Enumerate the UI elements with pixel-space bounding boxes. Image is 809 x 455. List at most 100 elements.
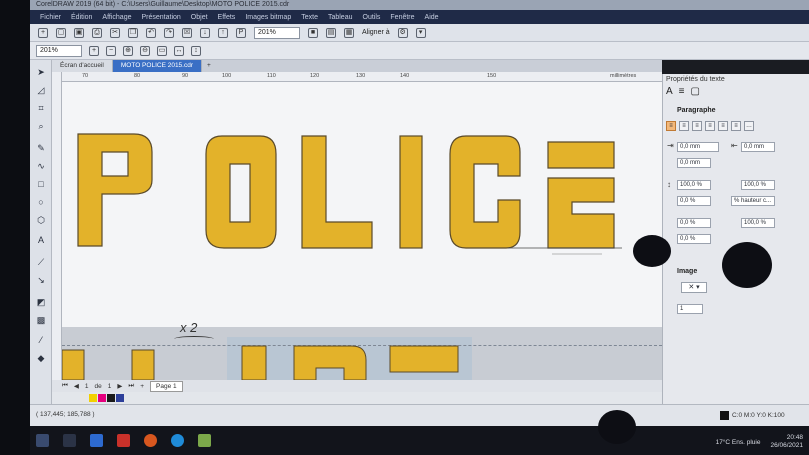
search-content-icon[interactable]: ☒ [182,27,192,38]
rectangle-tool-icon[interactable]: □ [35,178,47,190]
menu-item-images-bitmap[interactable]: Images bitmap [245,14,291,21]
pick-tool-icon[interactable]: ➤ [35,66,47,78]
text-tool-icon[interactable]: A [35,234,47,246]
before-paragraph-field[interactable]: 0,0 % [677,196,711,206]
zoom-tool-icon[interactable]: ⌕ [35,120,47,132]
firefox-icon[interactable] [144,434,157,447]
new-document-icon[interactable]: + [38,27,48,38]
save-icon[interactable]: ▣ [74,27,84,38]
import-icon[interactable]: ↓ [200,27,210,38]
palette-swatch[interactable] [98,394,106,402]
undo-icon[interactable]: ↶ [146,27,156,38]
weather-widget[interactable]: 17°C Ens. pluie [716,439,761,446]
align-none-button[interactable]: ≡ [666,121,676,131]
zoom-page-icon[interactable]: ▭ [157,45,167,56]
zoom-level-input[interactable]: 201% [36,44,82,57]
add-tab-icon[interactable]: + [202,60,216,72]
grid-icon[interactable]: ▦ [344,27,354,38]
palette-swatch[interactable] [116,394,124,402]
task-view-icon[interactable] [63,434,76,447]
menu-item-affichage[interactable]: Affichage [102,14,131,21]
print-icon[interactable]: ⎙ [92,27,102,38]
start-icon[interactable] [36,434,49,447]
edge-icon[interactable] [171,434,184,447]
zoom-height-icon[interactable]: ↕ [191,45,201,56]
cut-icon[interactable]: ✂ [110,27,120,38]
polygon-tool-icon[interactable]: ⬡ [35,214,47,226]
menu-item-fenetre[interactable]: Fenêtre [390,14,414,21]
options-gear-icon[interactable]: ⚙ [397,27,408,38]
open-icon[interactable]: ▢ [56,27,66,38]
fill-color-indicator[interactable]: C:0 M:0 Y:0 K:100 [720,411,785,420]
menu-item-objet[interactable]: Objet [191,14,208,21]
language-spacing-field[interactable]: 0,0 % [677,234,711,244]
force-justify-button[interactable]: ≡ [731,121,741,131]
last-page-icon[interactable]: ⏭ [128,382,134,390]
char-spacing-field[interactable]: 0,0 % [677,218,711,228]
align-left-button[interactable]: ≡ [679,121,689,131]
character-tab-icon[interactable]: A [666,86,673,97]
export-icon[interactable]: ↑ [218,27,228,38]
transparency-icon[interactable]: ▩ [35,314,47,326]
palette-swatch[interactable] [80,394,88,402]
line-spacing-field[interactable]: 100,0 % [677,180,711,190]
zoom-all-icon[interactable]: ⊖ [140,45,150,56]
mail-app-icon[interactable] [90,434,103,447]
menu-item-tableau[interactable]: Tableau [328,14,353,21]
connector-tool-icon[interactable]: ↘ [35,274,47,286]
menu-item-fichier[interactable]: Fichier [40,14,61,21]
interactive-fill-icon[interactable]: ◆ [35,352,47,364]
ellipse-tool-icon[interactable]: ○ [35,196,47,208]
shape-tool-icon[interactable]: ◿ [35,84,47,96]
drawing-canvas[interactable]: x 2 [62,82,662,380]
opera-icon[interactable] [117,434,130,447]
prev-page-icon[interactable]: ◀ [74,382,79,390]
menu-item-aide[interactable]: Aide [425,14,439,21]
menu-item-edition[interactable]: Édition [71,14,92,21]
zoom-out-icon[interactable]: − [106,45,116,56]
align-right-button[interactable]: ≡ [705,121,715,131]
artistic-media-icon[interactable]: ∿ [35,160,47,172]
add-page-icon[interactable]: + [140,383,144,390]
image-style-button[interactable]: ✕ ▾ [681,282,707,293]
first-line-indent-field[interactable]: 0,0 mm [677,158,711,168]
clock[interactable]: 20:48 26/06/2021 [770,434,803,450]
crop-tool-icon[interactable]: ⌗ [35,102,47,114]
zoom-in-icon[interactable]: + [89,45,99,56]
snap-to-dropdown[interactable]: Aligner à [362,29,390,36]
publish-pdf-icon[interactable]: P [236,27,246,38]
more-options-button[interactable]: … [744,121,754,131]
eyedropper-icon[interactable]: ⁄ [35,334,47,346]
launch-icon[interactable]: ▾ [415,27,426,38]
menu-item-texte[interactable]: Texte [301,14,318,21]
word-spacing-field[interactable]: 100,0 % [741,218,775,228]
rulers-icon[interactable]: ▤ [326,27,336,38]
zoom-width-icon[interactable]: ↔ [174,45,184,56]
menu-item-outils[interactable]: Outils [363,14,381,21]
palette-swatch[interactable] [89,394,97,402]
frame-tab-icon[interactable]: ▢ [691,86,700,97]
redo-icon[interactable]: ↷ [164,27,174,38]
drop-shadow-icon[interactable]: ◩ [35,296,47,308]
menu-item-effets[interactable]: Effets [218,14,236,21]
tab-moto-police[interactable]: MOTO POLICE 2015.cdr [112,60,203,72]
full-screen-icon[interactable]: ■ [308,27,318,38]
align-center-button[interactable]: ≡ [692,121,702,131]
copy-icon[interactable]: ❐ [128,27,138,38]
spacing-unit-select[interactable]: % hauteur c... [731,196,775,206]
next-page-icon[interactable]: ▶ [117,382,122,390]
zoom-selected-icon[interactable]: ⊕ [123,45,133,56]
page-tab[interactable]: Page 1 [150,380,183,392]
menu-item-presentation[interactable]: Présentation [141,14,180,21]
dimension-tool-icon[interactable]: ⟋ [35,256,47,268]
paragraph-tab-icon[interactable]: ≡ [679,86,685,97]
coreldraw-taskbar-icon[interactable] [198,434,211,447]
zoom-level-select[interactable]: 201% [254,26,300,39]
tab-welcome-screen[interactable]: Écran d'accueil [52,60,113,72]
left-indent-field[interactable]: 0,0 mm [677,142,719,152]
align-justify-button[interactable]: ≡ [718,121,728,131]
right-indent-field[interactable]: 0,0 mm [741,142,775,152]
first-page-icon[interactable]: ⏮ [62,382,68,390]
freehand-tool-icon[interactable]: ✎ [35,142,47,154]
para-spacing-field[interactable]: 100,0 % [741,180,775,190]
